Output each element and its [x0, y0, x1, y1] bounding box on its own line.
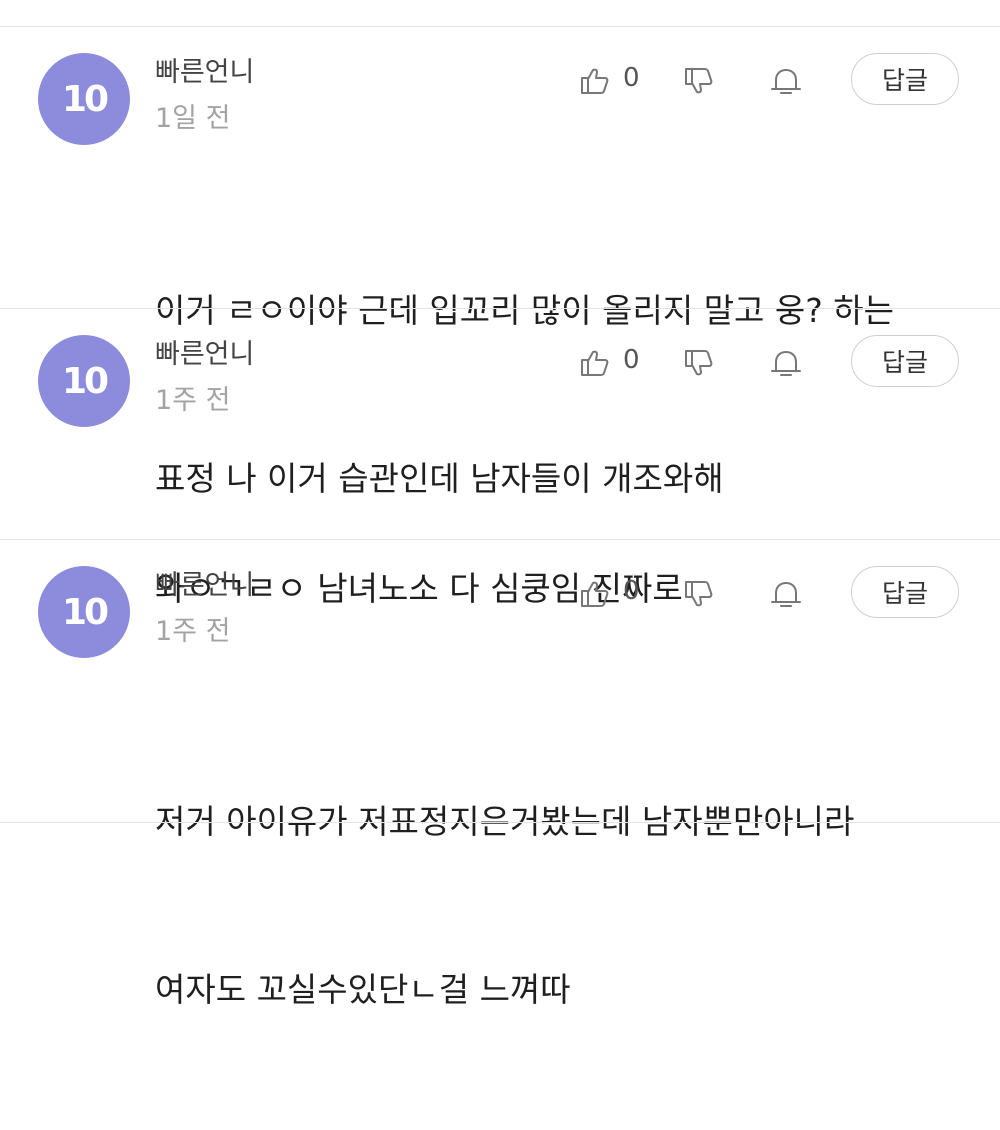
author-name[interactable]: 빠른언니 [155, 57, 254, 89]
reply-button[interactable]: 답글 [851, 53, 959, 105]
thumbs-up-icon[interactable] [579, 66, 611, 100]
timestamp: 1주 전 [155, 616, 231, 647]
thumbs-down-icon[interactable] [683, 348, 715, 382]
author-name[interactable]: 빠른언니 [155, 570, 254, 602]
bell-icon[interactable] [769, 579, 803, 613]
reply-button[interactable]: 답글 [851, 335, 959, 387]
like-count: 0 [623, 63, 640, 93]
bell-icon[interactable] [769, 348, 803, 382]
comment-actions: 0 답글 [575, 566, 975, 620]
thumbs-up-icon[interactable] [579, 348, 611, 382]
like-count: 0 [623, 345, 640, 375]
comment-line: 여자도 꼬실수있단ㄴ걸 느껴따 [155, 970, 571, 1009]
avatar[interactable]: 10 [38, 566, 130, 658]
reply-button[interactable]: 답글 [851, 566, 959, 618]
comment-item: 10 빠른언니 1일 전 0 답글 이거 ㄹㅇ이야 근데 입꼬리 많이 올리지 … [0, 26, 1000, 498]
thumbs-down-icon[interactable] [683, 66, 715, 100]
bell-icon[interactable] [769, 66, 803, 100]
comment-item: 10 빠른언니 1주 전 0 답글 저거 아이유가 저표정지은거봤는데 남자뿐만… [0, 539, 1000, 1009]
timestamp: 1일 전 [155, 103, 231, 134]
comment-actions: 0 답글 [575, 335, 975, 389]
comment-body: 저거 아이유가 저표정지은거봤는데 남자뿐만아니라 여자도 꼬실수있단ㄴ걸 느껴… [155, 682, 975, 1130]
comment-actions: 0 답글 [575, 53, 975, 107]
author-name[interactable]: 빠른언니 [155, 339, 254, 371]
avatar[interactable]: 10 [38, 53, 130, 145]
timestamp: 1주 전 [155, 385, 231, 416]
thumbs-down-icon[interactable] [683, 579, 715, 613]
divider [0, 822, 1000, 823]
like-count: 0 [623, 576, 640, 606]
thumbs-up-icon[interactable] [579, 579, 611, 613]
avatar[interactable]: 10 [38, 335, 130, 427]
comment-item: 10 빠른언니 1주 전 0 답글 와ㅇㄱㄹㅇ 남녀노소 다 심쿵임 진짜로 [0, 308, 1000, 608]
